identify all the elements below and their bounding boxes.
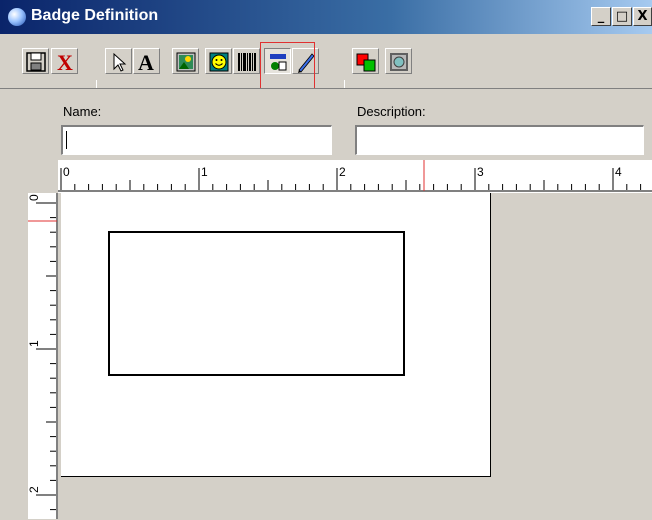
background-button[interactable]	[385, 48, 412, 74]
name-input[interactable]	[61, 125, 332, 155]
description-input[interactable]	[355, 125, 644, 155]
ruler-corner	[28, 160, 58, 193]
minimize-button[interactable]: _	[591, 7, 611, 26]
barcode-tool-button[interactable]	[233, 48, 260, 74]
ruler-h-number: 2	[339, 165, 346, 179]
save-button[interactable]	[22, 48, 49, 74]
svg-text:A: A	[138, 51, 154, 73]
red-x-icon: X	[57, 51, 73, 73]
discard-button[interactable]: X	[51, 48, 78, 74]
layers-icon	[356, 53, 376, 72]
pointer-arrow-icon	[113, 52, 127, 72]
title-bar: Badge Definition _ □ X	[0, 0, 652, 34]
toolbar: X A	[0, 34, 652, 120]
window-title: Badge Definition	[31, 7, 159, 24]
photo-tool-button[interactable]	[205, 48, 232, 74]
barcode-icon	[238, 53, 256, 71]
text-tool-button[interactable]: A	[133, 48, 160, 74]
app-globe-icon	[8, 8, 26, 26]
description-label: Description:	[357, 104, 426, 119]
rectangle-shape[interactable]	[108, 231, 405, 376]
ruler-v-number: 2	[28, 486, 41, 493]
vertical-ruler: 0 1 2	[28, 193, 58, 519]
smiley-face-icon	[209, 52, 229, 72]
layers-button[interactable]	[352, 48, 379, 74]
name-label: Name:	[63, 104, 102, 119]
ruler-h-number: 4	[615, 165, 622, 179]
ruler-h-number: 3	[477, 165, 484, 179]
ruler-h-number: 1	[201, 165, 208, 179]
horizontal-ruler: 0 1 2 3 4	[58, 160, 652, 193]
selected-tool-highlight	[260, 42, 315, 91]
ruler-h-number: 0	[63, 165, 70, 179]
ruler-v-number: 0	[28, 194, 41, 201]
picture-icon	[176, 52, 196, 72]
svg-text:X: X	[57, 51, 73, 73]
maximize-button[interactable]: □	[612, 7, 632, 26]
close-window-button[interactable]: X	[633, 7, 652, 26]
select-tool-button[interactable]	[105, 48, 132, 74]
floppy-disk-icon	[26, 52, 46, 72]
image-tool-button[interactable]	[172, 48, 199, 74]
letter-a-icon: A	[138, 51, 154, 73]
ruler-v-number: 1	[28, 340, 41, 347]
background-pattern-icon	[390, 53, 408, 71]
